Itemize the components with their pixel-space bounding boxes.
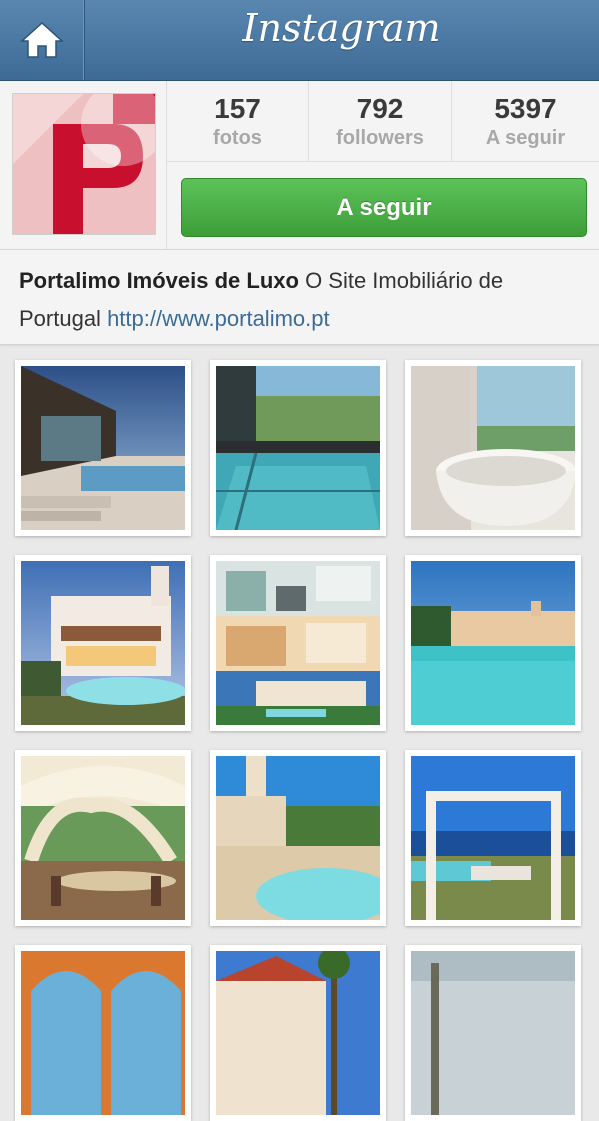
photo-thumbnail[interactable]	[405, 555, 581, 731]
photo-thumbnail[interactable]	[15, 555, 191, 731]
photo-thumbnail[interactable]	[15, 360, 191, 536]
portalimo-logo	[13, 82, 165, 234]
stats-bottom-divider	[167, 161, 599, 162]
profile-header: 157 fotos 792 followers 5397 A seguir A …	[0, 81, 599, 250]
bio-name: Portalimo Imóveis de Luxo	[19, 268, 299, 293]
photo-thumbnail[interactable]	[210, 945, 386, 1121]
stat-following-label: A seguir	[485, 127, 566, 149]
stat-followers[interactable]: 792 followers	[309, 81, 452, 161]
home-icon	[20, 21, 64, 58]
stat-following[interactable]: 5397 A seguir	[452, 81, 599, 161]
stat-following-value: 5397	[494, 93, 557, 124]
photo-thumbnail[interactable]	[15, 945, 191, 1121]
photo-thumbnail[interactable]	[210, 555, 386, 731]
bio-link[interactable]: http://www.portalimo.pt	[107, 306, 330, 331]
stat-followers-label: followers	[336, 127, 424, 149]
photo-thumbnail[interactable]	[15, 750, 191, 926]
app-title: Instagram	[242, 6, 441, 50]
stat-photos[interactable]: 157 fotos	[167, 81, 309, 161]
photo-thumbnail[interactable]	[210, 750, 386, 926]
photo-thumbnail[interactable]	[405, 750, 581, 926]
profile-bio: Portalimo Imóveis de Luxo O Site Imobili…	[0, 250, 599, 345]
photo-thumbnail[interactable]	[210, 360, 386, 536]
home-button[interactable]	[0, 0, 85, 80]
follow-button[interactable]: A seguir	[181, 178, 587, 237]
profile-avatar[interactable]	[12, 82, 165, 235]
stat-photos-value: 157	[214, 93, 261, 124]
photo-thumbnail[interactable]	[405, 945, 581, 1121]
photo-thumbnail[interactable]	[405, 360, 581, 536]
bio-text: Portalimo Imóveis de Luxo O Site Imobili…	[19, 262, 581, 338]
top-navbar: Instagram	[0, 0, 599, 81]
stat-photos-label: fotos	[213, 127, 262, 149]
stat-followers-value: 792	[356, 93, 404, 124]
